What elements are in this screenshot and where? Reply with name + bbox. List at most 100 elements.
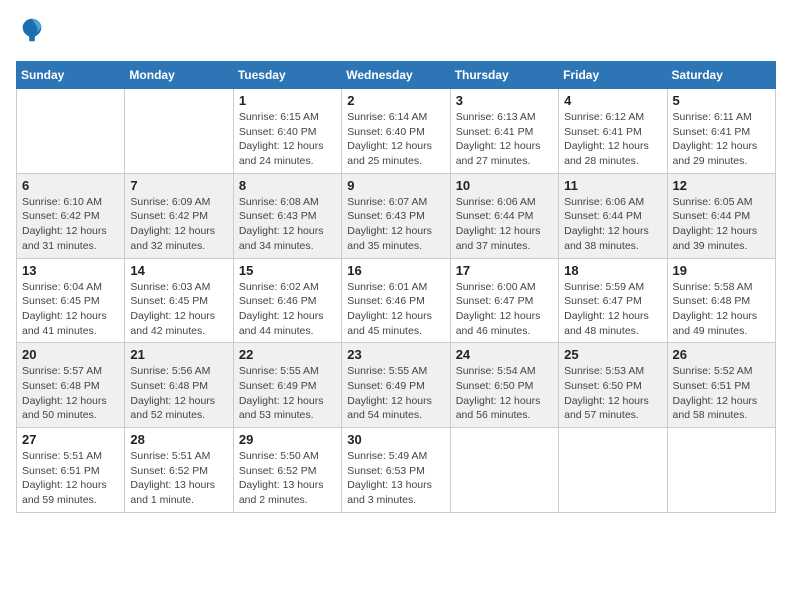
day-number: 11 bbox=[564, 178, 661, 193]
day-info: Sunrise: 6:01 AM Sunset: 6:46 PM Dayligh… bbox=[347, 280, 444, 339]
calendar-cell: 11 Sunrise: 6:06 AM Sunset: 6:44 PM Dayl… bbox=[559, 173, 667, 258]
day-number: 9 bbox=[347, 178, 444, 193]
sunset-label: Sunset: 6:52 PM bbox=[130, 465, 208, 477]
day-info: Sunrise: 6:06 AM Sunset: 6:44 PM Dayligh… bbox=[456, 195, 553, 254]
sunrise-label: Sunrise: 6:01 AM bbox=[347, 281, 427, 293]
logo-icon bbox=[18, 16, 46, 44]
sunrise-label: Sunrise: 5:51 AM bbox=[22, 450, 102, 462]
day-info: Sunrise: 5:54 AM Sunset: 6:50 PM Dayligh… bbox=[456, 364, 553, 423]
sunrise-label: Sunrise: 5:52 AM bbox=[673, 365, 753, 377]
daylight-label: Daylight: 12 hours and 34 minutes. bbox=[239, 225, 324, 252]
calendar-cell: 24 Sunrise: 5:54 AM Sunset: 6:50 PM Dayl… bbox=[450, 343, 558, 428]
calendar-cell: 1 Sunrise: 6:15 AM Sunset: 6:40 PM Dayli… bbox=[233, 89, 341, 174]
day-info: Sunrise: 6:08 AM Sunset: 6:43 PM Dayligh… bbox=[239, 195, 336, 254]
day-info: Sunrise: 6:03 AM Sunset: 6:45 PM Dayligh… bbox=[130, 280, 227, 339]
calendar-cell: 23 Sunrise: 5:55 AM Sunset: 6:49 PM Dayl… bbox=[342, 343, 450, 428]
day-info: Sunrise: 6:10 AM Sunset: 6:42 PM Dayligh… bbox=[22, 195, 119, 254]
day-number: 13 bbox=[22, 263, 119, 278]
daylight-label: Daylight: 12 hours and 46 minutes. bbox=[456, 310, 541, 337]
day-info: Sunrise: 6:14 AM Sunset: 6:40 PM Dayligh… bbox=[347, 110, 444, 169]
daylight-label: Daylight: 12 hours and 32 minutes. bbox=[130, 225, 215, 252]
weekday-header-monday: Monday bbox=[125, 62, 233, 89]
calendar-cell: 5 Sunrise: 6:11 AM Sunset: 6:41 PM Dayli… bbox=[667, 89, 775, 174]
day-info: Sunrise: 6:07 AM Sunset: 6:43 PM Dayligh… bbox=[347, 195, 444, 254]
sunrise-label: Sunrise: 6:00 AM bbox=[456, 281, 536, 293]
page-header bbox=[16, 16, 776, 49]
daylight-label: Daylight: 12 hours and 39 minutes. bbox=[673, 225, 758, 252]
sunrise-label: Sunrise: 5:57 AM bbox=[22, 365, 102, 377]
calendar-cell: 4 Sunrise: 6:12 AM Sunset: 6:41 PM Dayli… bbox=[559, 89, 667, 174]
day-info: Sunrise: 5:58 AM Sunset: 6:48 PM Dayligh… bbox=[673, 280, 770, 339]
calendar-cell: 10 Sunrise: 6:06 AM Sunset: 6:44 PM Dayl… bbox=[450, 173, 558, 258]
sunrise-label: Sunrise: 5:58 AM bbox=[673, 281, 753, 293]
sunset-label: Sunset: 6:51 PM bbox=[22, 465, 100, 477]
weekday-header-friday: Friday bbox=[559, 62, 667, 89]
day-number: 30 bbox=[347, 432, 444, 447]
daylight-label: Daylight: 12 hours and 48 minutes. bbox=[564, 310, 649, 337]
calendar-cell: 26 Sunrise: 5:52 AM Sunset: 6:51 PM Dayl… bbox=[667, 343, 775, 428]
calendar-cell bbox=[125, 89, 233, 174]
day-number: 1 bbox=[239, 93, 336, 108]
daylight-label: Daylight: 13 hours and 1 minute. bbox=[130, 479, 215, 506]
calendar-cell: 9 Sunrise: 6:07 AM Sunset: 6:43 PM Dayli… bbox=[342, 173, 450, 258]
sunset-label: Sunset: 6:40 PM bbox=[239, 126, 317, 138]
sunrise-label: Sunrise: 5:53 AM bbox=[564, 365, 644, 377]
sunset-label: Sunset: 6:50 PM bbox=[564, 380, 642, 392]
sunset-label: Sunset: 6:41 PM bbox=[673, 126, 751, 138]
sunrise-label: Sunrise: 6:06 AM bbox=[564, 196, 644, 208]
weekday-header-tuesday: Tuesday bbox=[233, 62, 341, 89]
calendar-week-1: 1 Sunrise: 6:15 AM Sunset: 6:40 PM Dayli… bbox=[17, 89, 776, 174]
day-number: 7 bbox=[130, 178, 227, 193]
daylight-label: Daylight: 12 hours and 42 minutes. bbox=[130, 310, 215, 337]
day-number: 27 bbox=[22, 432, 119, 447]
day-info: Sunrise: 5:51 AM Sunset: 6:51 PM Dayligh… bbox=[22, 449, 119, 508]
day-info: Sunrise: 6:11 AM Sunset: 6:41 PM Dayligh… bbox=[673, 110, 770, 169]
day-info: Sunrise: 5:55 AM Sunset: 6:49 PM Dayligh… bbox=[347, 364, 444, 423]
sunrise-label: Sunrise: 6:12 AM bbox=[564, 111, 644, 123]
sunrise-label: Sunrise: 5:49 AM bbox=[347, 450, 427, 462]
day-info: Sunrise: 5:56 AM Sunset: 6:48 PM Dayligh… bbox=[130, 364, 227, 423]
sunset-label: Sunset: 6:49 PM bbox=[347, 380, 425, 392]
daylight-label: Daylight: 12 hours and 37 minutes. bbox=[456, 225, 541, 252]
daylight-label: Daylight: 12 hours and 45 minutes. bbox=[347, 310, 432, 337]
daylight-label: Daylight: 12 hours and 58 minutes. bbox=[673, 395, 758, 422]
daylight-label: Daylight: 12 hours and 38 minutes. bbox=[564, 225, 649, 252]
daylight-label: Daylight: 12 hours and 35 minutes. bbox=[347, 225, 432, 252]
calendar-week-5: 27 Sunrise: 5:51 AM Sunset: 6:51 PM Dayl… bbox=[17, 428, 776, 513]
day-info: Sunrise: 6:09 AM Sunset: 6:42 PM Dayligh… bbox=[130, 195, 227, 254]
day-number: 28 bbox=[130, 432, 227, 447]
calendar-cell: 16 Sunrise: 6:01 AM Sunset: 6:46 PM Dayl… bbox=[342, 258, 450, 343]
daylight-label: Daylight: 12 hours and 25 minutes. bbox=[347, 140, 432, 167]
day-number: 19 bbox=[673, 263, 770, 278]
calendar-cell: 22 Sunrise: 5:55 AM Sunset: 6:49 PM Dayl… bbox=[233, 343, 341, 428]
weekday-header-saturday: Saturday bbox=[667, 62, 775, 89]
day-number: 29 bbox=[239, 432, 336, 447]
day-number: 18 bbox=[564, 263, 661, 278]
calendar: SundayMondayTuesdayWednesdayThursdayFrid… bbox=[16, 61, 776, 513]
sunset-label: Sunset: 6:48 PM bbox=[130, 380, 208, 392]
calendar-cell bbox=[17, 89, 125, 174]
calendar-cell: 8 Sunrise: 6:08 AM Sunset: 6:43 PM Dayli… bbox=[233, 173, 341, 258]
calendar-cell: 28 Sunrise: 5:51 AM Sunset: 6:52 PM Dayl… bbox=[125, 428, 233, 513]
sunrise-label: Sunrise: 5:59 AM bbox=[564, 281, 644, 293]
daylight-label: Daylight: 12 hours and 53 minutes. bbox=[239, 395, 324, 422]
sunrise-label: Sunrise: 6:03 AM bbox=[130, 281, 210, 293]
daylight-label: Daylight: 12 hours and 28 minutes. bbox=[564, 140, 649, 167]
day-info: Sunrise: 6:15 AM Sunset: 6:40 PM Dayligh… bbox=[239, 110, 336, 169]
day-number: 17 bbox=[456, 263, 553, 278]
sunset-label: Sunset: 6:53 PM bbox=[347, 465, 425, 477]
day-info: Sunrise: 6:05 AM Sunset: 6:44 PM Dayligh… bbox=[673, 195, 770, 254]
sunset-label: Sunset: 6:51 PM bbox=[673, 380, 751, 392]
sunset-label: Sunset: 6:42 PM bbox=[22, 210, 100, 222]
sunrise-label: Sunrise: 6:13 AM bbox=[456, 111, 536, 123]
weekday-header-thursday: Thursday bbox=[450, 62, 558, 89]
sunrise-label: Sunrise: 6:09 AM bbox=[130, 196, 210, 208]
daylight-label: Daylight: 12 hours and 31 minutes. bbox=[22, 225, 107, 252]
calendar-cell: 21 Sunrise: 5:56 AM Sunset: 6:48 PM Dayl… bbox=[125, 343, 233, 428]
sunset-label: Sunset: 6:46 PM bbox=[239, 295, 317, 307]
day-number: 12 bbox=[673, 178, 770, 193]
sunset-label: Sunset: 6:44 PM bbox=[564, 210, 642, 222]
sunrise-label: Sunrise: 5:51 AM bbox=[130, 450, 210, 462]
day-info: Sunrise: 6:06 AM Sunset: 6:44 PM Dayligh… bbox=[564, 195, 661, 254]
daylight-label: Daylight: 12 hours and 27 minutes. bbox=[456, 140, 541, 167]
